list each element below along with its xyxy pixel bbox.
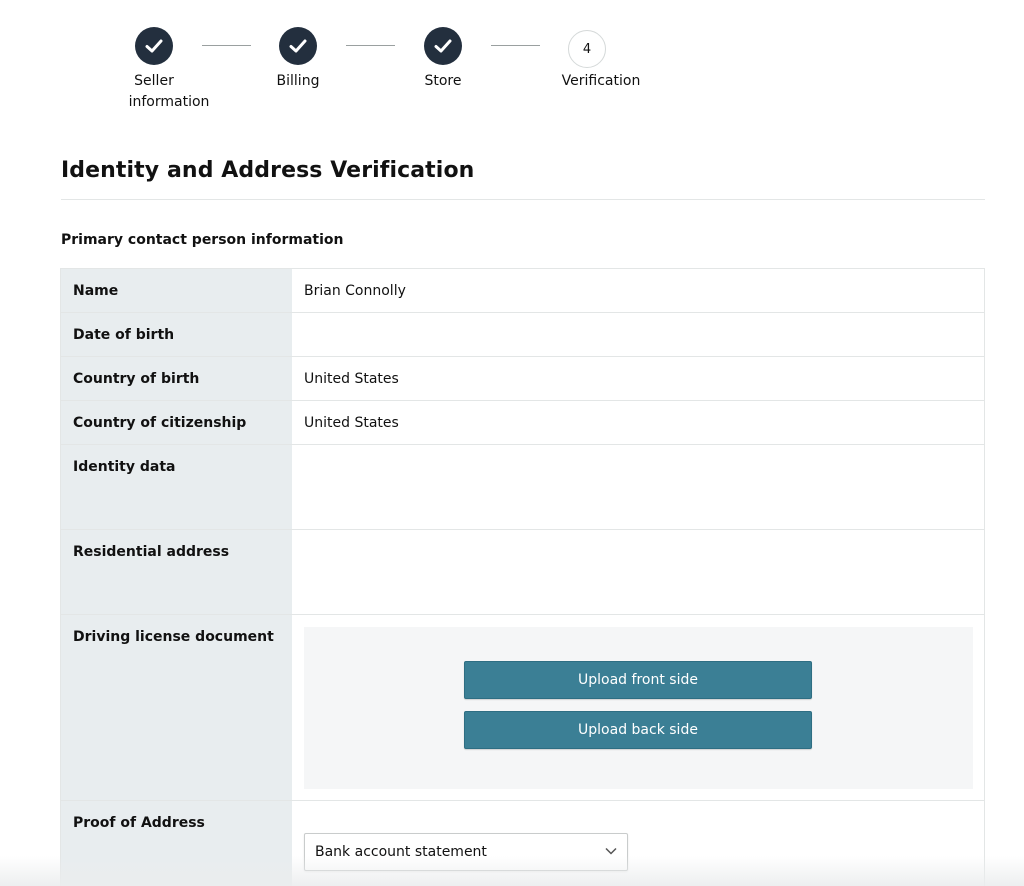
step-seller-information-complete xyxy=(135,27,173,65)
upload-front-side-button[interactable]: Upload front side xyxy=(464,661,812,699)
row-label: Driving license document xyxy=(61,615,292,800)
proof-of-address-select[interactable]: Bank account statement xyxy=(304,833,628,871)
row-label: Country of citizenship xyxy=(61,401,292,444)
row-value xyxy=(292,313,984,356)
page-title: Identity and Address Verification xyxy=(61,158,475,183)
row-label: Country of birth xyxy=(61,357,292,400)
table-row-country-of-citizenship: Country of citizenship United States xyxy=(61,401,984,445)
progress-stepper: 4 Seller information Billing Store Verif… xyxy=(0,0,1024,120)
row-label: Residential address xyxy=(61,530,292,614)
divider xyxy=(61,199,985,200)
checkmark-icon xyxy=(434,39,452,53)
row-label: Name xyxy=(61,269,292,312)
row-value xyxy=(292,445,984,529)
table-row-proof-of-address: Proof of Address Bank account statement xyxy=(61,801,984,886)
row-value: Brian Connolly xyxy=(304,283,406,299)
row-label: Proof of Address xyxy=(61,801,292,886)
step-number: 4 xyxy=(582,41,592,57)
step-connector xyxy=(346,45,395,46)
step-label-verification: Verification xyxy=(561,73,641,89)
table-row-name: Name Brian Connolly xyxy=(61,269,984,313)
chevron-down-icon xyxy=(605,847,617,855)
section-title: Primary contact person information xyxy=(61,232,344,248)
row-label: Identity data xyxy=(61,445,292,529)
upload-panel: Upload front side Upload back side xyxy=(304,627,973,789)
step-billing-complete xyxy=(279,27,317,65)
row-value xyxy=(292,530,984,614)
row-value: United States xyxy=(304,415,399,431)
step-connector xyxy=(202,45,251,46)
checkmark-icon xyxy=(289,39,307,53)
table-row-residential-address: Residential address xyxy=(61,530,984,615)
step-verification-current: 4 xyxy=(568,30,606,68)
step-label-store: Store xyxy=(424,73,462,89)
upload-back-side-button[interactable]: Upload back side xyxy=(464,711,812,749)
row-value: United States xyxy=(304,371,399,387)
step-label-seller-information: Seller information xyxy=(128,73,210,110)
row-label: Date of birth xyxy=(61,313,292,356)
step-label-billing: Billing xyxy=(276,73,320,89)
checkmark-icon xyxy=(145,39,163,53)
table-row-driving-license: Driving license document Upload front si… xyxy=(61,615,984,801)
table-row-identity-data: Identity data xyxy=(61,445,984,530)
step-connector xyxy=(491,45,540,46)
contact-info-table: Name Brian Connolly Date of birth Countr… xyxy=(60,268,985,886)
table-row-date-of-birth: Date of birth xyxy=(61,313,984,357)
table-row-country-of-birth: Country of birth United States xyxy=(61,357,984,401)
step-store-complete xyxy=(424,27,462,65)
select-value: Bank account statement xyxy=(315,844,487,860)
